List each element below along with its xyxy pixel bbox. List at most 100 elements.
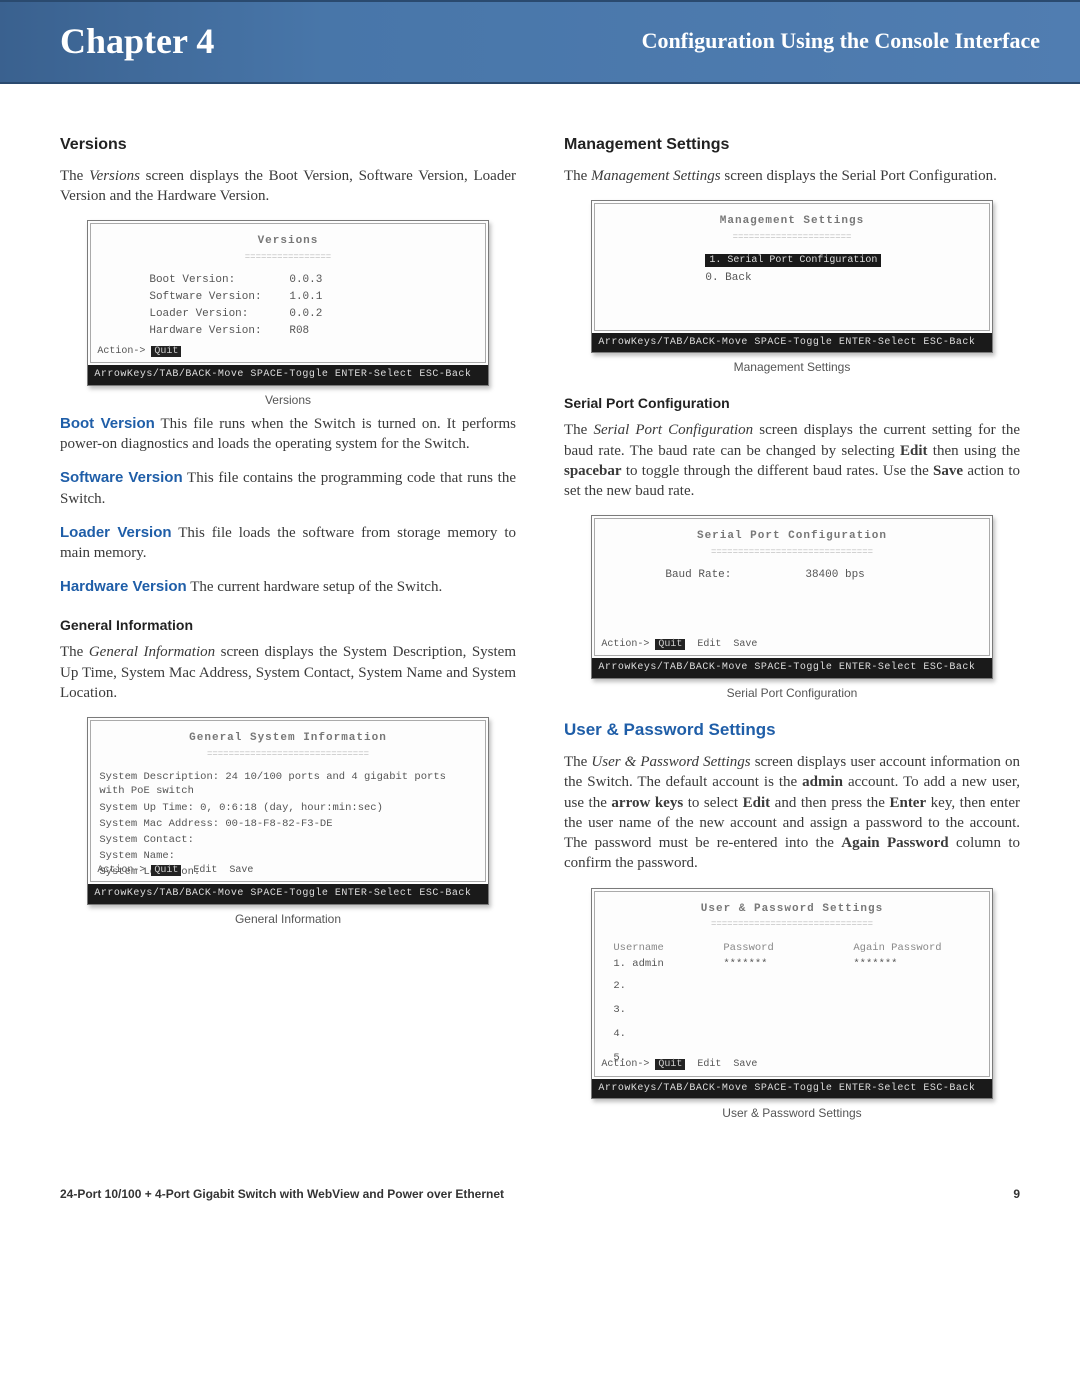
label: Hardware Version: (149, 324, 289, 339)
menu-option: 0. Back (705, 271, 978, 286)
text-italic: Versions (89, 168, 140, 184)
footer-product: 24-Port 10/100 + 4-Port Gigabit Switch w… (60, 1187, 504, 1201)
general-info-heading: General Information (60, 616, 516, 635)
action-quit: Quit (151, 346, 181, 357)
text-bold: arrow keys (611, 795, 683, 811)
general-info-intro: The General Information screen displays … (60, 642, 516, 703)
figure-caption: Versions (87, 392, 488, 408)
action-quit: Quit (151, 865, 181, 876)
text: and then press the (770, 795, 889, 811)
cell-password: ******* (723, 957, 853, 971)
term: Hardware Version (60, 578, 187, 595)
console-screenshot: General System Information =============… (87, 717, 488, 905)
console-footer: ArrowKeys/TAB/BACK-Move SPACE-Toggle ENT… (592, 333, 991, 353)
right-column: Management Settings The Management Setti… (564, 134, 1020, 1127)
term: Loader Version (60, 524, 172, 541)
software-version-desc: Software Version This file contains the … (60, 468, 516, 509)
figure-general-info: General System Information =============… (87, 717, 488, 927)
console-actions: Action-> Quit Edit Save (97, 864, 253, 878)
row-num: 3. (613, 1003, 970, 1017)
hardware-version-desc: Hardware Version The current hardware se… (60, 577, 516, 597)
text: The (60, 168, 89, 184)
serial-port-desc: The Serial Port Configuration screen dis… (564, 420, 1020, 501)
text-italic: General Information (89, 644, 215, 660)
console-screenshot: Management Settings ====================… (591, 200, 992, 354)
loader-version-desc: Loader Version This file loads the softw… (60, 523, 516, 564)
console-title-underline: ============================== (99, 748, 476, 760)
gi-row: System Name: (99, 849, 476, 863)
row-num: 4. (613, 1027, 970, 1041)
text-italic: Serial Port Configuration (593, 422, 753, 438)
term: Boot Version (60, 415, 155, 432)
gi-row: System Description: 24 10/100 ports and … (99, 770, 476, 798)
serial-port-heading: Serial Port Configuration (564, 394, 1020, 413)
content-area: Versions The Versions screen displays th… (0, 84, 1080, 1167)
col-password: Password (723, 941, 853, 955)
text: to toggle through the different baud rat… (622, 463, 934, 479)
console-actions: Action-> Quit Edit Save (601, 638, 757, 652)
console-footer: ArrowKeys/TAB/BACK-Move SPACE-Toggle ENT… (592, 658, 991, 678)
text: to select (683, 795, 742, 811)
figure-caption: User & Password Settings (591, 1105, 992, 1121)
console-title: Versions (101, 234, 474, 249)
console-title-underline: ============================== (605, 546, 978, 558)
console-screenshot: Versions ================ Boot Version:0… (87, 220, 488, 386)
console-footer: ArrowKeys/TAB/BACK-Move SPACE-Toggle ENT… (88, 365, 487, 385)
console-title-underline: ====================== (605, 231, 978, 243)
text-italic: Management Settings (591, 168, 721, 184)
action-quit: Quit (655, 1059, 685, 1070)
boot-version-desc: Boot Version This file runs when the Swi… (60, 414, 516, 455)
figure-caption: Serial Port Configuration (591, 685, 992, 701)
versions-heading: Versions (60, 134, 516, 156)
text: then using the (928, 443, 1020, 459)
text: The (564, 754, 591, 770)
gi-row: System Contact: (99, 833, 476, 847)
figure-mgmt: Management Settings ====================… (591, 200, 992, 376)
console-screenshot: Serial Port Configuration ==============… (591, 515, 992, 679)
figure-versions: Versions ================ Boot Version:0… (87, 220, 488, 408)
cell-again-password: ******* (853, 957, 897, 971)
text: screen displays the Serial Port Configur… (721, 168, 997, 184)
console-footer: ArrowKeys/TAB/BACK-Move SPACE-Toggle ENT… (88, 884, 487, 904)
user-pw-heading: User & Password Settings (564, 719, 1020, 742)
figure-caption: General Information (87, 911, 488, 927)
text: The (564, 422, 593, 438)
text-italic: User & Password Settings (591, 754, 750, 770)
console-screenshot: User & Password Settings ===============… (591, 888, 992, 1100)
text-bold: admin (802, 774, 843, 790)
label: Loader Version: (149, 307, 289, 322)
console-title-underline: ============================== (605, 918, 978, 930)
text-bold: Edit (743, 795, 771, 811)
value: R08 (289, 324, 309, 339)
value: 38400 bps (805, 568, 864, 583)
gi-row: System Mac Address: 00-18-F8-82-F3-DE (99, 817, 476, 831)
chapter-title: Chapter 4 (60, 20, 214, 62)
text: The (564, 168, 591, 184)
term: Software Version (60, 469, 183, 486)
page-header: Chapter 4 Configuration Using the Consol… (0, 0, 1080, 84)
value: 1.0.1 (289, 290, 322, 305)
console-actions: Action-> Quit Edit Save (601, 1058, 757, 1072)
console-footer: ArrowKeys/TAB/BACK-Move SPACE-Toggle ENT… (592, 1079, 991, 1099)
text-bold: Enter (889, 795, 926, 811)
col-username: Username (613, 941, 723, 955)
figure-serial-port: Serial Port Configuration ==============… (591, 515, 992, 701)
text-bold: Again Password (841, 835, 948, 851)
mgmt-intro: The Management Settings screen displays … (564, 166, 1020, 186)
left-column: Versions The Versions screen displays th… (60, 134, 516, 1127)
versions-intro: The Versions screen displays the Boot Ve… (60, 166, 516, 207)
value: 0.0.3 (289, 273, 322, 288)
console-title: Management Settings (605, 214, 978, 229)
console-actions: Action-> Quit (97, 345, 181, 359)
console-title: General System Information (99, 731, 476, 746)
console-title: User & Password Settings (605, 902, 978, 917)
label: Software Version: (149, 290, 289, 305)
menu-option-selected: 1. Serial Port Configuration (705, 254, 881, 267)
page-footer: 24-Port 10/100 + 4-Port Gigabit Switch w… (0, 1167, 1080, 1231)
text-bold: Edit (900, 443, 928, 459)
text-bold: spacebar (564, 463, 622, 479)
console-title: Serial Port Configuration (605, 529, 978, 544)
footer-page-number: 9 (1013, 1187, 1020, 1201)
text: The current hardware setup of the Switch… (187, 579, 442, 595)
gi-row: System Up Time: 0, 0:6:18 (day, hour:min… (99, 801, 476, 815)
